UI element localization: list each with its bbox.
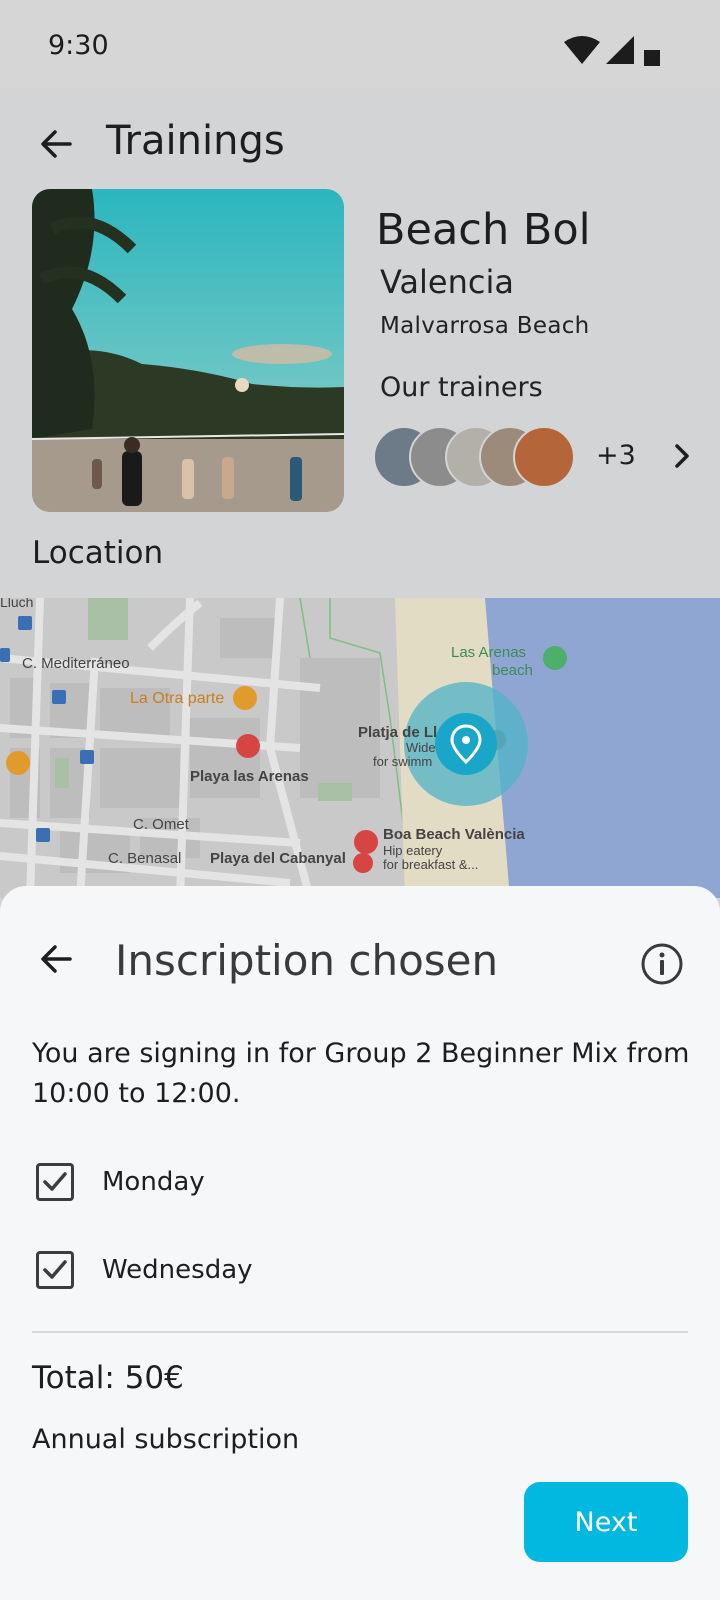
status-icons (564, 36, 660, 66)
more-trainers-count: +3 (596, 440, 636, 471)
checkbox[interactable] (36, 1251, 74, 1289)
chevron-right-icon (675, 444, 689, 468)
map-label: Las Arenas (451, 644, 527, 661)
map-label: Wide (406, 740, 436, 755)
sheet-title: Inscription chosen (115, 936, 499, 985)
location-map[interactable]: Lluch C. Mediterráneo La Otra parte Play… (0, 598, 720, 898)
map-label: C. Mediterráneo (22, 655, 130, 672)
map-label: Lluch (0, 598, 34, 610)
signal-icon (606, 36, 634, 64)
back-button[interactable] (30, 118, 82, 170)
page-title: Trainings (106, 118, 285, 164)
club-photo (32, 189, 344, 512)
map-label: beach (492, 662, 533, 679)
map-label: Boa Beach València (383, 826, 525, 843)
avatar (513, 426, 575, 488)
map-label: Playa del Cabanyal (210, 850, 346, 867)
club-name: Beach Bol (376, 205, 591, 255)
checkbox[interactable] (36, 1163, 74, 1201)
divider (32, 1331, 688, 1333)
club-place: Malvarrosa Beach (380, 313, 590, 339)
day-label: Monday (102, 1167, 205, 1197)
info-button[interactable] (640, 942, 684, 986)
inscription-sheet: Inscription chosen You are signing in fo… (0, 886, 720, 1600)
status-bar: 9:30 (0, 0, 720, 88)
subscription-type: Annual subscription (32, 1424, 300, 1455)
battery-icon (644, 50, 660, 66)
total-price: Total: 50€ (32, 1360, 184, 1396)
map-label: Hip eatery (383, 843, 443, 858)
map-label: for breakfast &... (383, 857, 479, 872)
trainers-next-button[interactable] (664, 438, 700, 474)
trainer-avatars[interactable] (373, 426, 575, 488)
map-label: La Otra parte (130, 690, 225, 707)
status-time: 9:30 (48, 30, 109, 61)
wifi-icon (564, 36, 600, 64)
check-icon (43, 1260, 67, 1279)
check-icon (43, 1172, 67, 1191)
inscription-description: You are signing in for Group 2 Beginner … (32, 1038, 690, 1109)
map-label: Playa las Arenas (190, 768, 309, 785)
arrow-left-icon (41, 945, 72, 973)
arrow-left-icon (41, 130, 72, 158)
map-label: C. Omet (133, 816, 189, 833)
trainers-title: Our trainers (380, 372, 543, 403)
location-title: Location (32, 535, 164, 571)
map-label: C. Benasal (108, 850, 182, 867)
club-city: Valencia (380, 263, 514, 301)
day-checkbox-monday[interactable]: Monday (36, 1162, 205, 1202)
next-button[interactable]: Next (524, 1482, 688, 1562)
day-label: Wednesday (102, 1255, 253, 1285)
map-label: for swimm (373, 754, 433, 769)
sheet-back-button[interactable] (30, 933, 82, 985)
day-checkbox-wednesday[interactable]: Wednesday (36, 1250, 253, 1290)
info-icon (641, 943, 683, 985)
map-label: Platja de Ll (358, 724, 438, 741)
